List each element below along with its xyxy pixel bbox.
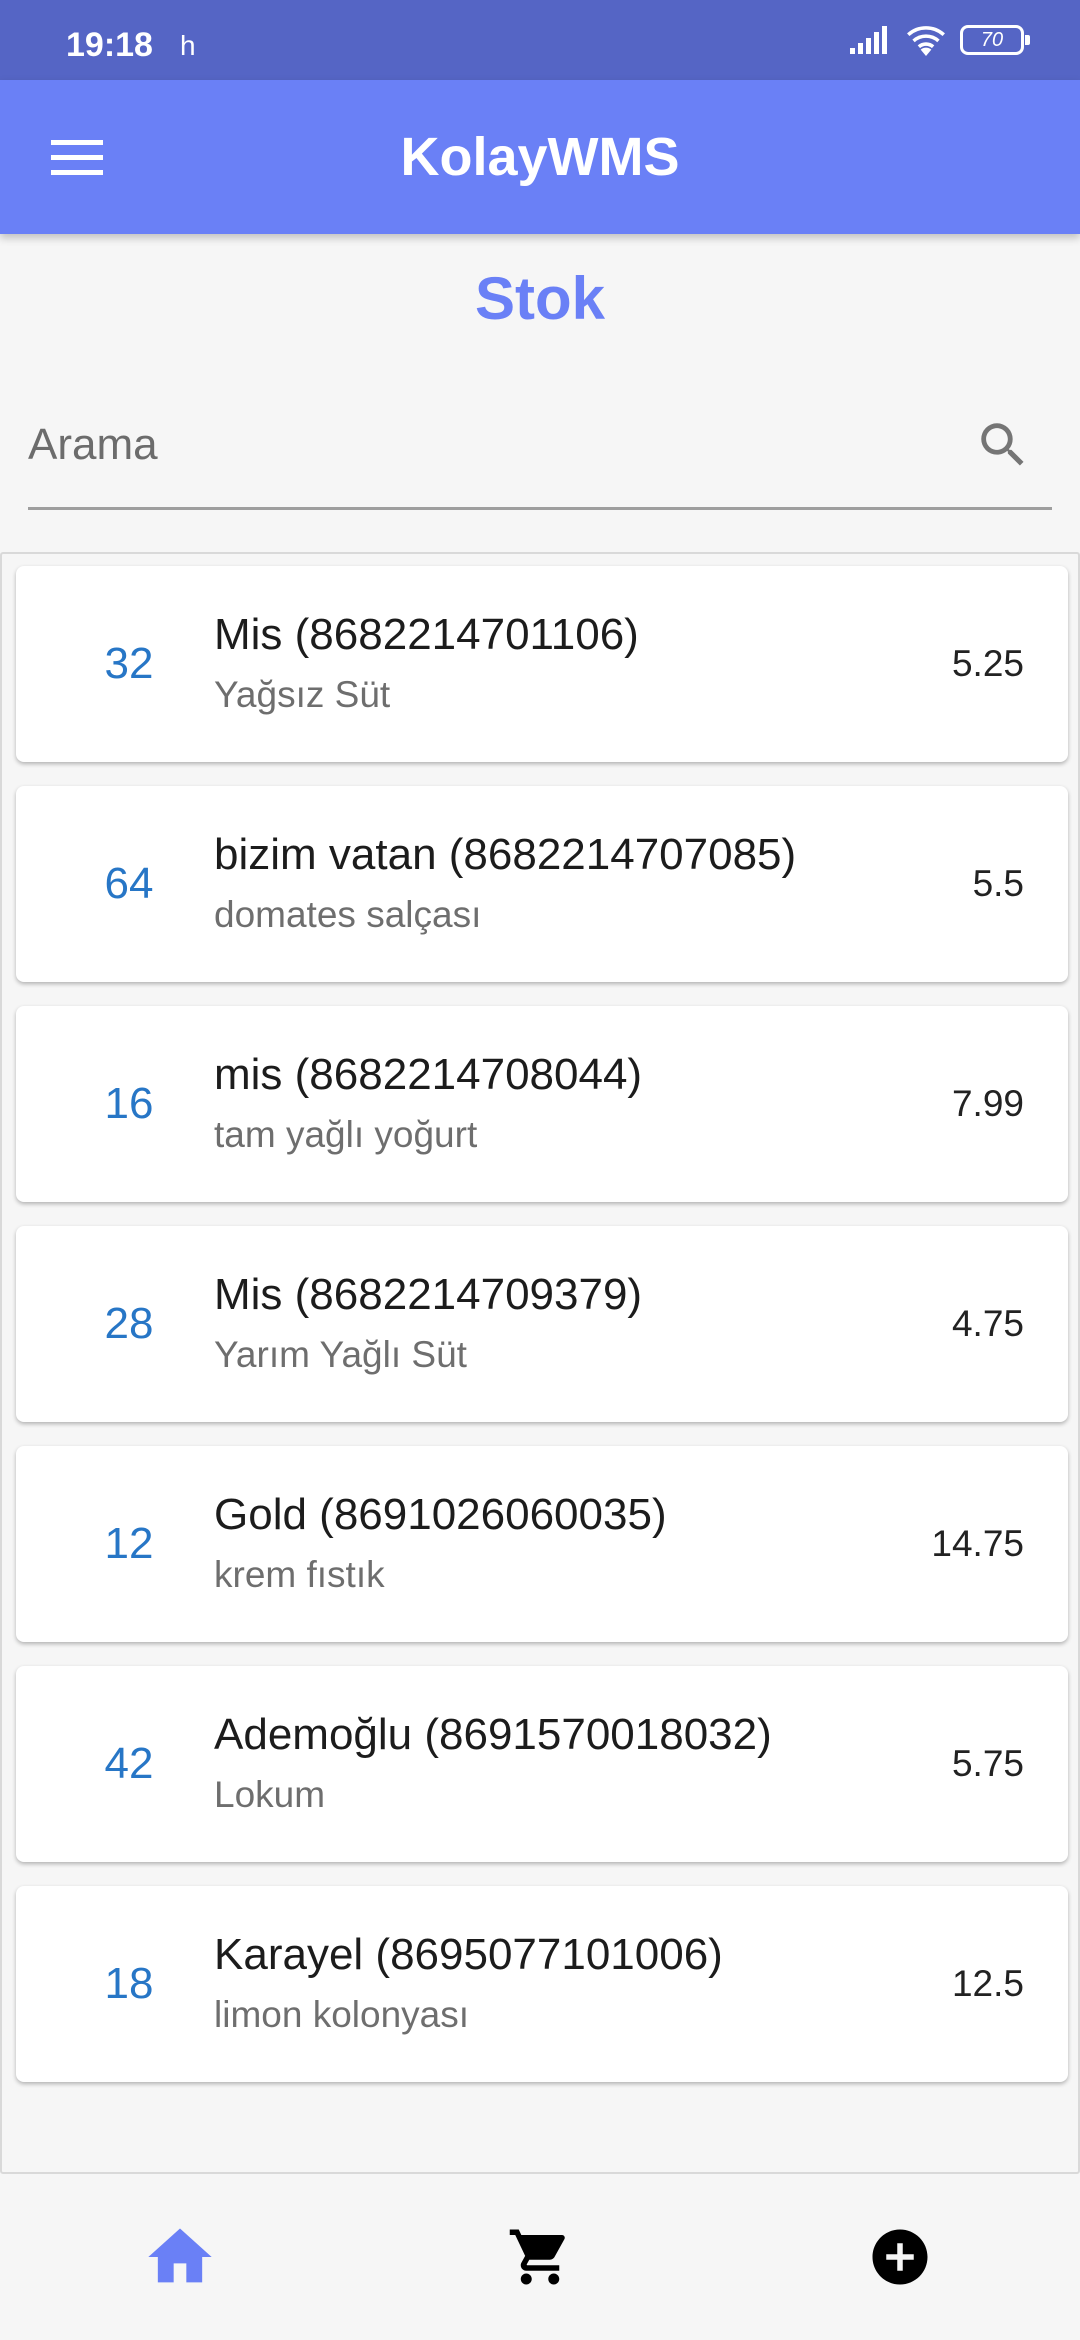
item-quantity: 12 xyxy=(104,1519,154,1568)
stock-item[interactable]: 64 bizim vatan (8682214707085) domates s… xyxy=(16,786,1068,982)
item-price: 5.75 xyxy=(951,1743,1024,1784)
item-description: Yarım Yağlı Süt xyxy=(214,1334,467,1375)
app-bar: KolayWMS xyxy=(0,80,1080,234)
add-circle-icon xyxy=(872,2229,928,2285)
search-bar xyxy=(28,380,1052,510)
status-extra: h xyxy=(180,30,196,61)
item-price: 4.75 xyxy=(951,1303,1024,1344)
search-input[interactable] xyxy=(28,400,908,490)
status-bar: 19:18 h 70 xyxy=(0,0,1080,80)
app-title: KolayWMS xyxy=(400,127,680,187)
item-quantity: 16 xyxy=(104,1079,154,1128)
stock-item[interactable]: 28 Mis (8682214709379) Yarım Yağlı Süt 4… xyxy=(16,1226,1068,1422)
stock-item[interactable]: 12 Gold (8691026060035) krem fıstık 14.7… xyxy=(16,1446,1068,1642)
item-description: krem fıstık xyxy=(214,1554,385,1595)
nav-home[interactable] xyxy=(0,2174,360,2340)
status-time: 19:18 xyxy=(66,26,153,64)
signal-icon xyxy=(850,26,887,54)
cart-icon xyxy=(509,2229,565,2285)
stock-item[interactable]: 18 Karayel (8695077101006) limon kolonya… xyxy=(16,1886,1068,2082)
item-price: 5.5 xyxy=(972,863,1024,904)
battery-icon: 70 xyxy=(960,25,1030,55)
item-name: Gold (8691026060035) xyxy=(214,1490,667,1539)
page-title: Stok xyxy=(474,265,606,332)
item-name: Ademoğlu (8691570018032) xyxy=(214,1710,772,1759)
stock-item[interactable]: 16 mis (8682214708044) tam yağlı yoğurt … xyxy=(16,1006,1068,1202)
item-name: mis (8682214708044) xyxy=(214,1050,643,1099)
item-description: Yağsız Süt xyxy=(214,674,391,715)
bottom-navigation xyxy=(0,2174,1080,2340)
status-icons: 70 xyxy=(850,24,1030,56)
item-price: 7.99 xyxy=(951,1083,1024,1124)
stock-item[interactable]: 42 Ademoğlu (8691570018032) Lokum 5.75 xyxy=(16,1666,1068,1862)
wifi-icon xyxy=(907,26,945,56)
item-price: 12.5 xyxy=(951,1963,1024,2004)
item-quantity: 42 xyxy=(104,1739,154,1788)
item-description: limon kolonyası xyxy=(214,1994,470,2035)
item-name: Karayel (8695077101006) xyxy=(214,1930,723,1979)
item-quantity: 28 xyxy=(104,1299,154,1348)
stock-item[interactable]: 32 Mis (8682214701106) Yağsız Süt 5.25 xyxy=(16,566,1068,762)
item-quantity: 32 xyxy=(104,639,154,688)
item-quantity: 64 xyxy=(104,859,154,908)
item-quantity: 18 xyxy=(104,1959,154,2008)
item-name: Mis (8682214701106) xyxy=(214,610,639,659)
item-description: tam yağlı yoğurt xyxy=(214,1114,478,1155)
nav-cart[interactable] xyxy=(360,2174,720,2340)
nav-add[interactable] xyxy=(720,2174,1080,2340)
stock-list: 32 Mis (8682214701106) Yağsız Süt 5.25 6… xyxy=(0,552,1080,2174)
item-price: 5.25 xyxy=(951,643,1024,684)
search-button[interactable] xyxy=(958,400,1048,490)
item-description: Lokum xyxy=(214,1774,326,1815)
home-icon xyxy=(148,2228,212,2283)
item-description: domates salçası xyxy=(214,894,482,935)
item-price: 14.75 xyxy=(931,1523,1024,1564)
item-name: Mis (8682214709379) xyxy=(214,1270,643,1319)
item-name: bizim vatan (8682214707085) xyxy=(214,830,797,879)
search-icon xyxy=(981,423,1024,466)
